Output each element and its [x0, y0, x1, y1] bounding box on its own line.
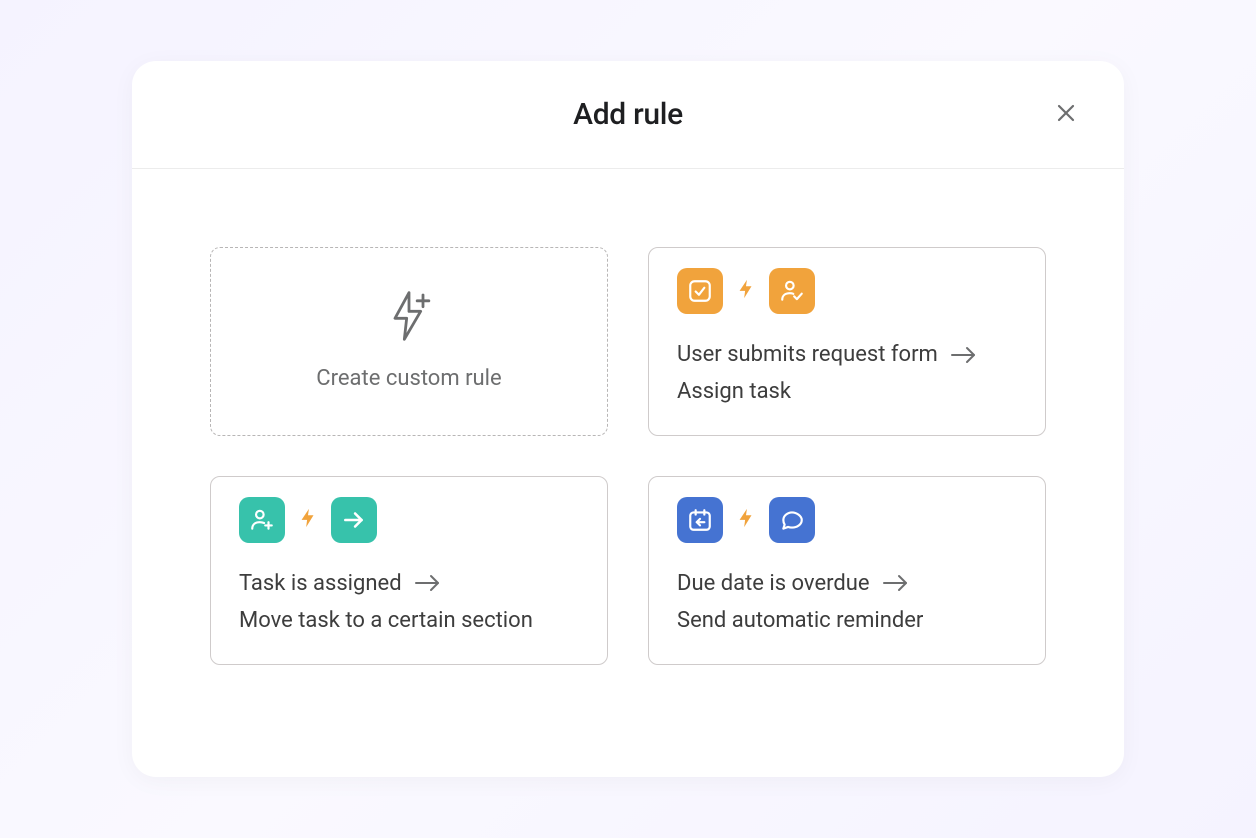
rule-action-line: Assign task: [677, 373, 1017, 410]
user-check-icon: [769, 268, 815, 314]
rule-card-send-reminder[interactable]: Due date is overdue Send automatic remin…: [648, 476, 1046, 665]
calendar-back-icon: [677, 497, 723, 543]
modal-body: Create custom rule: [132, 169, 1124, 705]
icon-row: [239, 497, 579, 543]
checkbox-icon: [677, 268, 723, 314]
user-plus-icon: [239, 497, 285, 543]
icon-row: [677, 268, 1017, 314]
bolt-icon: [735, 278, 757, 304]
rule-trigger-text: Due date is overdue: [677, 565, 870, 602]
create-custom-rule-label: Create custom rule: [316, 366, 501, 391]
rule-trigger-line: User submits request form: [677, 336, 1017, 373]
rule-trigger-text: Task is assigned: [239, 565, 402, 602]
rule-action-line: Move task to a certain section: [239, 602, 579, 639]
arrow-right-icon: [882, 573, 910, 593]
rule-grid: Create custom rule: [210, 247, 1046, 665]
rule-trigger-line: Task is assigned: [239, 565, 579, 602]
close-icon: [1054, 101, 1078, 128]
rule-card-move-section[interactable]: Task is assigned Move task to a certain …: [210, 476, 608, 665]
rule-card-assign-task[interactable]: User submits request form Assign task: [648, 247, 1046, 436]
rule-trigger-text: User submits request form: [677, 336, 938, 373]
rule-action-text: Send automatic reminder: [677, 602, 923, 639]
close-button[interactable]: [1048, 97, 1084, 133]
rule-trigger-line: Due date is overdue: [677, 565, 1017, 602]
rule-action-text: Assign task: [677, 373, 791, 410]
lightning-plus-icon: [381, 288, 437, 348]
icon-row: [677, 497, 1017, 543]
modal-header: Add rule: [132, 61, 1124, 169]
bolt-icon: [735, 507, 757, 533]
bolt-icon: [297, 507, 319, 533]
arrow-right-tile-icon: [331, 497, 377, 543]
add-rule-modal: Add rule Create custom: [132, 61, 1124, 777]
modal-title: Add rule: [573, 97, 683, 132]
rule-action-text: Move task to a certain section: [239, 602, 533, 639]
arrow-right-icon: [950, 345, 978, 365]
create-custom-rule-card[interactable]: Create custom rule: [210, 247, 608, 436]
arrow-right-icon: [414, 573, 442, 593]
comment-icon: [769, 497, 815, 543]
rule-action-line: Send automatic reminder: [677, 602, 1017, 639]
